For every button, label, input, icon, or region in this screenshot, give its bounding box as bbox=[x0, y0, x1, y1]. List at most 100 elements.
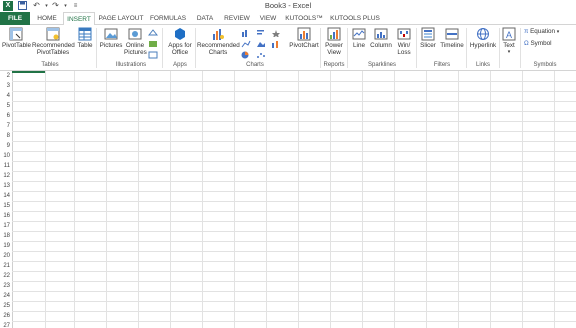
text-dropdown-icon: ▾ bbox=[507, 49, 511, 55]
tab-home[interactable]: HOME bbox=[32, 12, 62, 25]
row-gridline bbox=[12, 261, 576, 262]
row-gridline bbox=[12, 291, 576, 292]
scatter-chart-icon[interactable] bbox=[256, 51, 266, 59]
column-gridline bbox=[170, 71, 171, 328]
pivotchart-button[interactable]: PivotChart bbox=[286, 27, 322, 49]
tab-page-layout[interactable]: PAGE LAYOUT bbox=[97, 12, 145, 25]
pie-chart-icon[interactable] bbox=[271, 29, 281, 38]
pie-chart-2-icon[interactable] bbox=[241, 51, 251, 59]
group-divider bbox=[416, 28, 417, 68]
window-title: Book3 - Excel bbox=[264, 1, 312, 10]
recommended-charts-label-1: Recommended bbox=[197, 42, 240, 49]
charts-group-label: Charts bbox=[246, 62, 264, 68]
row-header[interactable]: 19 bbox=[0, 241, 12, 251]
row-header[interactable]: 2 bbox=[0, 71, 12, 81]
row-header[interactable]: 6 bbox=[0, 111, 12, 121]
row-header[interactable]: 3 bbox=[0, 81, 12, 91]
equation-button[interactable]: π Equation ▾ bbox=[524, 28, 559, 35]
power-view-button[interactable]: Power View bbox=[322, 27, 346, 56]
row-header[interactable]: 18 bbox=[0, 231, 12, 241]
column-gridline bbox=[490, 71, 491, 328]
column-gridline bbox=[45, 71, 46, 328]
slicer-button[interactable]: Slicer bbox=[418, 27, 438, 49]
row-header[interactable]: 4 bbox=[0, 91, 12, 101]
group-divider bbox=[466, 28, 467, 68]
sparkline-column-button[interactable]: Column bbox=[369, 27, 393, 49]
row-header[interactable]: 22 bbox=[0, 271, 12, 281]
apps-for-office-button[interactable]: Apps for Office bbox=[165, 27, 195, 56]
pivottable-icon bbox=[9, 27, 23, 41]
row-gridline bbox=[12, 141, 576, 142]
sparkline-winloss-button[interactable]: Win/ Loss bbox=[394, 27, 414, 56]
power-view-label-2: View bbox=[327, 49, 341, 56]
pictures-button[interactable]: Pictures bbox=[99, 27, 123, 49]
text-label: Text bbox=[503, 42, 515, 49]
row-header[interactable]: 7 bbox=[0, 121, 12, 131]
row-header[interactable]: 20 bbox=[0, 251, 12, 261]
recommended-charts-button[interactable]: Recommended Charts bbox=[197, 27, 240, 56]
sparkline-winloss-label-1: Win/ bbox=[397, 42, 411, 49]
row-header[interactable]: 24 bbox=[0, 291, 12, 301]
combo-chart-icon[interactable] bbox=[271, 40, 281, 48]
area-chart-icon[interactable] bbox=[256, 40, 266, 48]
timeline-icon bbox=[445, 28, 459, 40]
sparkline-line-button[interactable]: Line bbox=[350, 27, 368, 49]
pivotchart-label: PivotChart bbox=[289, 42, 319, 49]
table-button[interactable]: Table bbox=[76, 27, 94, 49]
tab-view[interactable]: VIEW bbox=[255, 12, 281, 25]
row-header[interactable]: 8 bbox=[0, 131, 12, 141]
row-gridline bbox=[12, 121, 576, 122]
bar-chart-icon[interactable] bbox=[241, 40, 251, 48]
text-button[interactable]: A Text ▾ bbox=[500, 27, 518, 56]
row-header[interactable]: 10 bbox=[0, 151, 12, 161]
pivottable-label: PivotTable bbox=[2, 42, 32, 49]
row-header[interactable]: 21 bbox=[0, 261, 12, 271]
hyperlink-button[interactable]: Hyperlink bbox=[468, 27, 498, 49]
row-header[interactable]: 12 bbox=[0, 171, 12, 181]
row-header[interactable]: 9 bbox=[0, 141, 12, 151]
tab-insert[interactable]: INSERT bbox=[63, 12, 95, 26]
symbol-label: Symbol bbox=[530, 40, 552, 47]
row-header[interactable]: 17 bbox=[0, 221, 12, 231]
timeline-button[interactable]: Timeline bbox=[439, 27, 465, 49]
pivottable-button[interactable]: PivotTable bbox=[2, 27, 32, 49]
tab-formulas[interactable]: FORMULAS bbox=[148, 12, 188, 25]
row-header[interactable]: 16 bbox=[0, 211, 12, 221]
column-chart-icon[interactable] bbox=[241, 29, 251, 37]
row-header[interactable]: 11 bbox=[0, 161, 12, 171]
online-pictures-button[interactable]: Online Pictures bbox=[124, 27, 147, 56]
row-header[interactable]: 15 bbox=[0, 201, 12, 211]
ribbon: PivotTable Recommended PivotTables Table… bbox=[0, 25, 576, 71]
row-header[interactable]: 26 bbox=[0, 311, 12, 321]
worksheet-grid[interactable]: 2 3 4 5 6 7 8 9 10 11 12 13 14 15 16 17 18 19 20 21 22 23 24 25… bbox=[0, 71, 576, 328]
pi-icon: π bbox=[524, 28, 529, 35]
tab-file[interactable]: FILE bbox=[0, 12, 30, 25]
equation-dropdown-icon: ▾ bbox=[556, 29, 560, 35]
row-header[interactable]: 27 bbox=[0, 321, 12, 328]
smartart-icon[interactable] bbox=[148, 40, 158, 48]
row-header[interactable]: 23 bbox=[0, 281, 12, 291]
line-chart-icon[interactable] bbox=[256, 29, 266, 37]
tab-review[interactable]: REVIEW bbox=[221, 12, 253, 25]
power-view-label-1: Power bbox=[325, 42, 343, 49]
screenshot-icon[interactable] bbox=[148, 51, 158, 59]
apps-group-label: Apps bbox=[173, 62, 187, 68]
shapes-icon[interactable] bbox=[147, 29, 159, 37]
row-gridline bbox=[12, 91, 576, 92]
row-header[interactable]: 14 bbox=[0, 191, 12, 201]
row-gridline bbox=[12, 81, 576, 82]
row-header[interactable]: 5 bbox=[0, 101, 12, 111]
tab-data[interactable]: DATA bbox=[191, 12, 219, 25]
apps-for-office-label-1: Apps for bbox=[168, 42, 192, 49]
tab-kutools[interactable]: KUTOOLS™ bbox=[283, 12, 325, 25]
sparkline-winloss-label-2: Loss bbox=[397, 49, 411, 56]
tab-kutools-plus[interactable]: KUTOOLS PLUS bbox=[329, 12, 381, 25]
row-header[interactable]: 13 bbox=[0, 181, 12, 191]
timeline-label: Timeline bbox=[440, 42, 464, 49]
title-bar: X ↶ ▾ ↷ ▾ ≡ Book3 - Excel bbox=[0, 0, 576, 12]
symbol-button[interactable]: Ω Symbol bbox=[524, 40, 551, 47]
apps-for-office-icon bbox=[175, 28, 185, 40]
sparkline-column-label: Column bbox=[370, 42, 392, 49]
row-header[interactable]: 25 bbox=[0, 301, 12, 311]
recommended-pivottables-button[interactable]: Recommended PivotTables bbox=[32, 27, 75, 56]
